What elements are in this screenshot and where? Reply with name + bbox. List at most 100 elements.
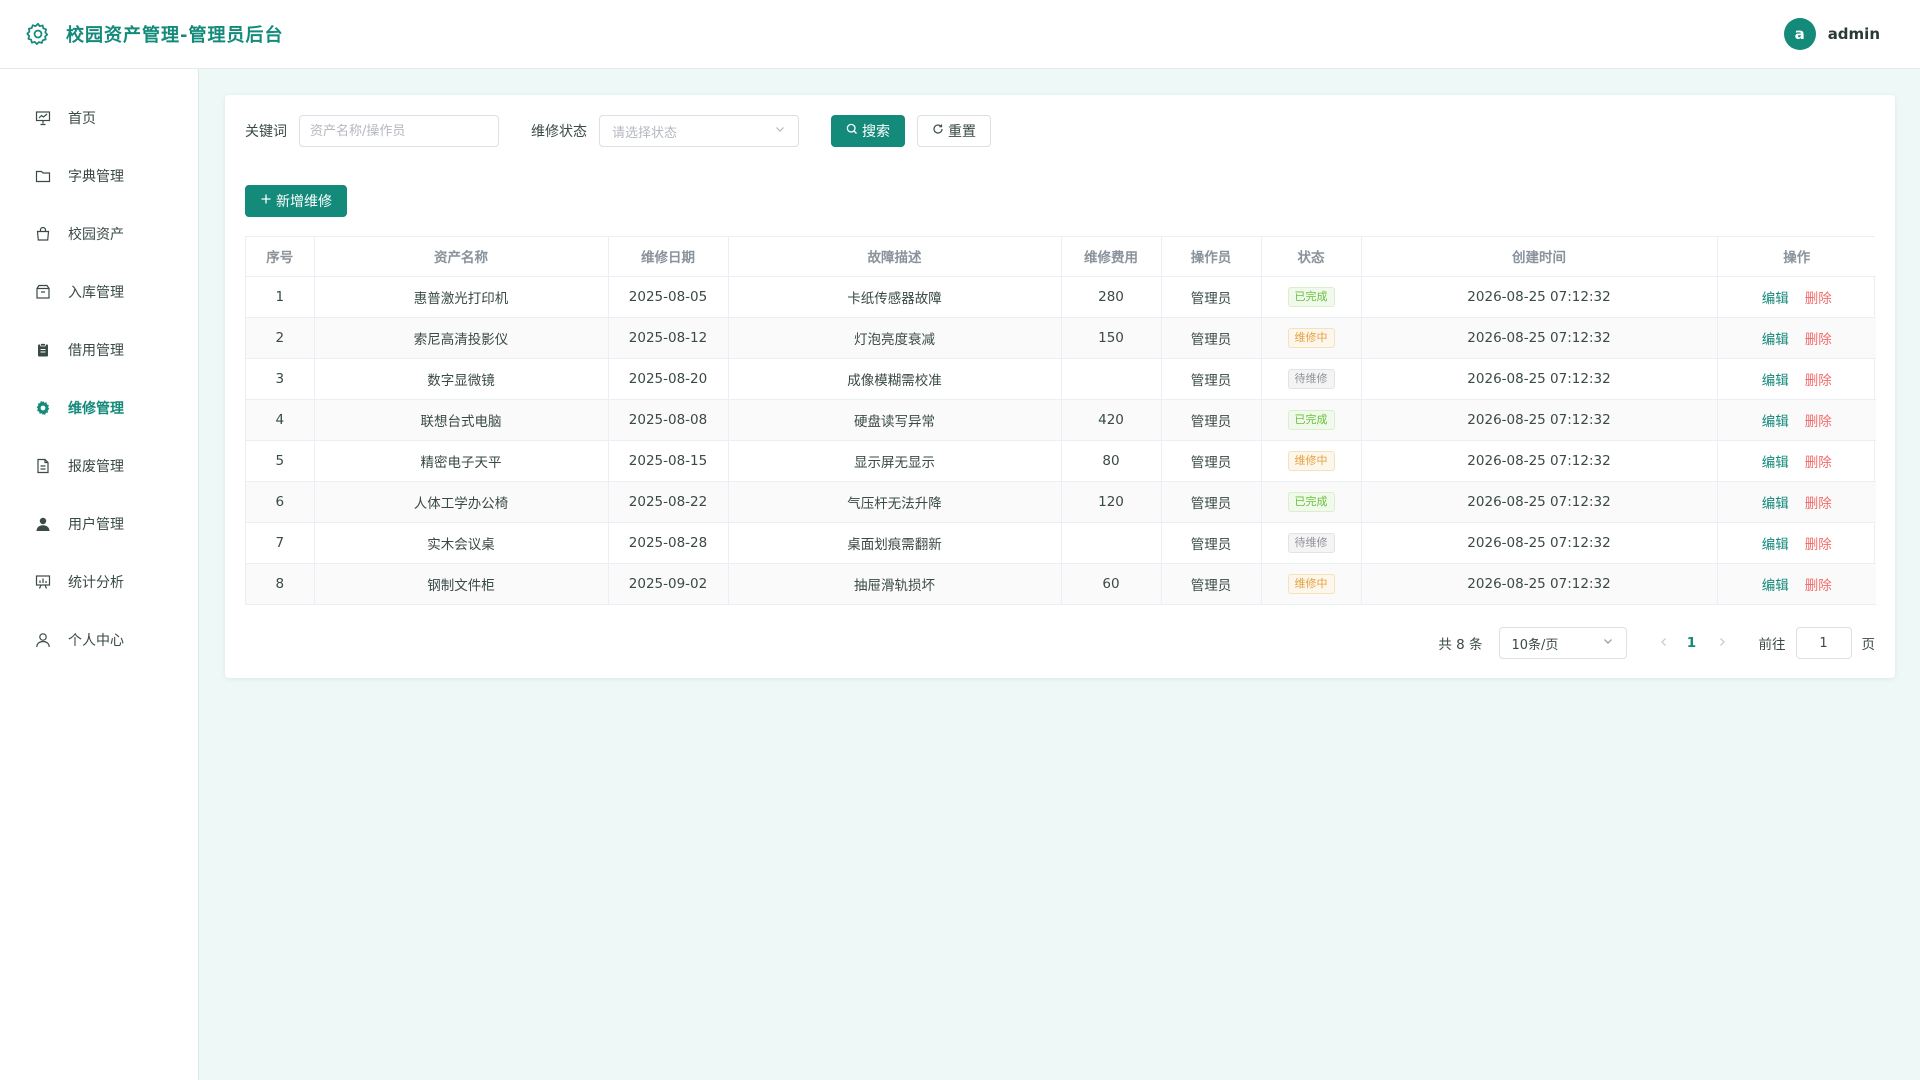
edit-link[interactable]: 编辑 <box>1762 455 1789 471</box>
filter-bar: 关键词 维修状态 请选择状态 搜索 重置 <box>245 115 1875 147</box>
toolbar: 新增维修 <box>245 185 1875 217</box>
delete-link[interactable]: 删除 <box>1805 332 1832 348</box>
edit-link[interactable]: 编辑 <box>1762 373 1789 389</box>
cell-fault: 灯泡亮度衰减 <box>728 317 1062 359</box>
cell-created-time: 2026-08-25 07:12:32 <box>1361 276 1718 318</box>
sidebar-item-statistics[interactable]: 统计分析 <box>0 553 198 611</box>
edit-link[interactable]: 编辑 <box>1762 332 1789 348</box>
cell-no: 4 <box>246 399 315 441</box>
column-header: 维修费用 <box>1061 237 1162 277</box>
status-badge: 待维修 <box>1287 532 1335 553</box>
sidebar-item-dictionary[interactable]: 字典管理 <box>0 147 198 205</box>
table-row: 1 惠普激光打印机 2025-08-05 卡纸传感器故障 280 管理员 已完成… <box>246 276 1876 318</box>
table-row: 5 精密电子天平 2025-08-15 显示屏无显示 80 管理员 维修中 20… <box>246 440 1876 482</box>
sidebar-item-label: 维修管理 <box>68 401 124 417</box>
status-badge: 待维修 <box>1287 368 1335 389</box>
status-label: 维修状态 <box>531 124 587 140</box>
box-icon <box>34 283 52 301</box>
cell-operator: 管理员 <box>1161 563 1262 605</box>
edit-link[interactable]: 编辑 <box>1762 578 1789 594</box>
cell-operator: 管理员 <box>1161 522 1262 564</box>
next-page-icon[interactable] <box>1709 635 1735 651</box>
table-row: 2 索尼高清投影仪 2025-08-12 灯泡亮度衰减 150 管理员 维修中 … <box>246 317 1876 359</box>
sidebar: 首页 字典管理 校园资产 入库管理 借用管理 维修管理 报废管理 用户管理 统计… <box>0 69 199 1080</box>
cell-asset-name: 惠普激光打印机 <box>314 276 609 318</box>
sidebar-item-label: 入库管理 <box>68 285 124 301</box>
sidebar-item-label: 用户管理 <box>68 517 124 533</box>
sidebar-item-stock-in[interactable]: 入库管理 <box>0 263 198 321</box>
refresh-icon <box>932 123 944 139</box>
column-header: 维修日期 <box>608 237 729 277</box>
delete-link[interactable]: 删除 <box>1805 537 1832 553</box>
cell-operator: 管理员 <box>1161 399 1262 441</box>
user-menu[interactable]: a admin <box>1783 18 1880 50</box>
cell-cost <box>1061 358 1162 400</box>
delete-link[interactable]: 删除 <box>1805 496 1832 512</box>
goto-page-input[interactable] <box>1795 627 1852 659</box>
table-row: 6 人体工学办公椅 2025-08-22 气压杆无法升降 120 管理员 已完成… <box>246 481 1876 523</box>
presentation-icon <box>34 109 52 127</box>
cell-asset-name: 精密电子天平 <box>314 440 609 482</box>
cell-fault: 显示屏无显示 <box>728 440 1062 482</box>
cell-no: 5 <box>246 440 315 482</box>
sidebar-item-users[interactable]: 用户管理 <box>0 495 198 553</box>
cell-repair-date: 2025-08-22 <box>608 481 729 523</box>
prev-page-icon[interactable] <box>1651 635 1677 651</box>
edit-link[interactable]: 编辑 <box>1762 537 1789 553</box>
sidebar-item-label: 报废管理 <box>68 459 124 475</box>
cell-operator: 管理员 <box>1161 276 1262 318</box>
chevron-down-icon <box>774 123 786 139</box>
sidebar-item-assets[interactable]: 校园资产 <box>0 205 198 263</box>
cell-asset-name: 联想台式电脑 <box>314 399 609 441</box>
delete-link[interactable]: 删除 <box>1805 414 1832 430</box>
cell-no: 2 <box>246 317 315 359</box>
search-icon <box>846 123 858 139</box>
edit-link[interactable]: 编辑 <box>1762 414 1789 430</box>
cell-repair-date: 2025-08-08 <box>608 399 729 441</box>
search-button[interactable]: 搜索 <box>831 115 905 147</box>
cell-asset-name: 人体工学办公椅 <box>314 481 609 523</box>
sidebar-item-label: 统计分析 <box>68 575 124 591</box>
cell-operator: 管理员 <box>1161 481 1262 523</box>
cell-asset-name: 钢制文件柜 <box>314 563 609 605</box>
plus-icon <box>260 193 272 209</box>
page-number-current[interactable]: 1 <box>1677 635 1707 651</box>
edit-link[interactable]: 编辑 <box>1762 496 1789 512</box>
username[interactable]: admin <box>1828 25 1880 43</box>
app-title: 校园资产管理-管理员后台 <box>66 25 284 46</box>
table-row: 8 钢制文件柜 2025-09-02 抽屉滑轨损坏 60 管理员 维修中 202… <box>246 563 1876 605</box>
cell-cost: 80 <box>1061 440 1162 482</box>
delete-link[interactable]: 删除 <box>1805 373 1832 389</box>
repair-list-card: 关键词 维修状态 请选择状态 搜索 重置 新增维修 <box>225 95 1895 678</box>
avatar[interactable]: a <box>1783 18 1816 50</box>
top-header: 校园资产管理-管理员后台 a admin <box>0 0 1920 69</box>
sidebar-item-home[interactable]: 首页 <box>0 89 198 147</box>
delete-link[interactable]: 删除 <box>1805 578 1832 594</box>
cell-no: 3 <box>246 358 315 400</box>
cell-cost: 150 <box>1061 317 1162 359</box>
cell-repair-date: 2025-08-05 <box>608 276 729 318</box>
edit-link[interactable]: 编辑 <box>1762 291 1789 307</box>
table-header-row: 序号 资产名称 维修日期 故障描述 维修费用 操作员 状态 创建时间 操作 <box>246 237 1876 277</box>
sidebar-item-repair[interactable]: 维修管理 <box>0 379 198 437</box>
sidebar-item-profile[interactable]: 个人中心 <box>0 611 198 669</box>
cell-fault: 气压杆无法升降 <box>728 481 1062 523</box>
sidebar-item-scrap[interactable]: 报废管理 <box>0 437 198 495</box>
cell-cost: 60 <box>1061 563 1162 605</box>
gear-icon <box>34 399 52 417</box>
keyword-input[interactable] <box>299 115 499 147</box>
delete-link[interactable]: 删除 <box>1805 455 1832 471</box>
cell-fault: 抽屉滑轨损坏 <box>728 563 1062 605</box>
cell-repair-date: 2025-09-02 <box>608 563 729 605</box>
delete-link[interactable]: 删除 <box>1805 291 1832 307</box>
sidebar-item-borrow[interactable]: 借用管理 <box>0 321 198 379</box>
reset-button[interactable]: 重置 <box>917 115 991 147</box>
page-size-select[interactable]: 10条/页 <box>1498 627 1627 659</box>
column-header: 操作 <box>1717 237 1876 277</box>
status-select[interactable]: 请选择状态 <box>599 115 799 147</box>
table-row: 7 实木会议桌 2025-08-28 桌面划痕需翻新 管理员 待维修 2026-… <box>246 522 1876 564</box>
repair-table: 序号 资产名称 维修日期 故障描述 维修费用 操作员 状态 创建时间 操作 1 … <box>245 236 1876 605</box>
cell-created-time: 2026-08-25 07:12:32 <box>1361 522 1718 564</box>
add-repair-button[interactable]: 新增维修 <box>245 185 347 217</box>
document-icon <box>34 457 52 475</box>
